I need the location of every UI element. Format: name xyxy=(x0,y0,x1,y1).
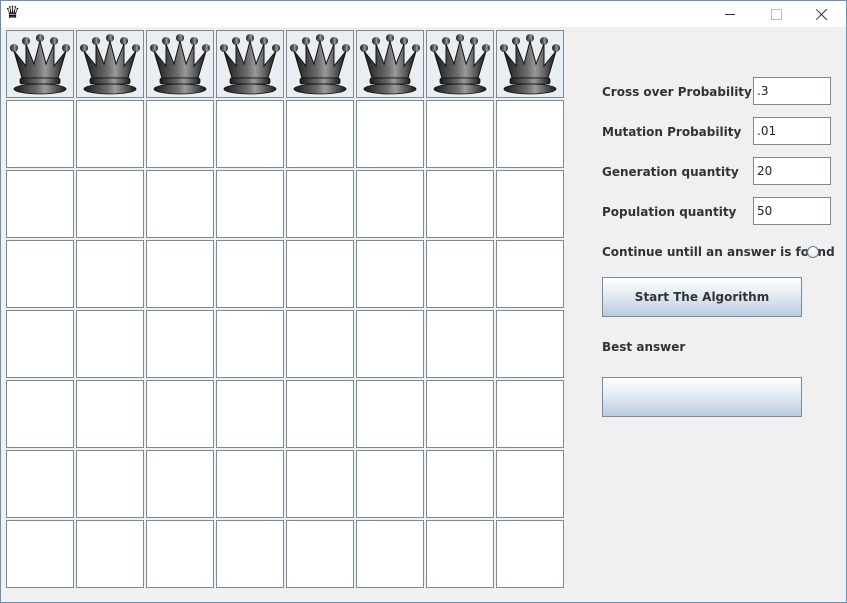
board-cell[interactable] xyxy=(76,520,144,588)
title-bar[interactable]: ♛ xyxy=(1,1,846,27)
board-cell[interactable] xyxy=(6,310,74,378)
board-cell[interactable] xyxy=(496,310,564,378)
board-cell[interactable] xyxy=(6,520,74,588)
continue-label: Continue untill an answer is found xyxy=(602,245,835,259)
board-cell[interactable] xyxy=(426,100,494,168)
board-cell[interactable] xyxy=(216,100,284,168)
mutation-input[interactable] xyxy=(753,117,831,145)
board-cell[interactable] xyxy=(496,30,564,98)
board-cell[interactable] xyxy=(146,520,214,588)
board-cell[interactable] xyxy=(6,170,74,238)
best-answer-output[interactable] xyxy=(602,377,802,417)
generation-input[interactable] xyxy=(753,157,831,185)
board-cell[interactable] xyxy=(286,170,354,238)
board-cell[interactable] xyxy=(426,170,494,238)
queen-icon xyxy=(80,34,140,95)
board-cell[interactable] xyxy=(6,30,74,98)
queen-icon xyxy=(150,34,210,95)
board-cell[interactable] xyxy=(76,310,144,378)
mutation-label: Mutation Probability xyxy=(602,125,742,139)
maximize-button[interactable] xyxy=(753,1,799,27)
board-cell[interactable] xyxy=(146,170,214,238)
board-cell[interactable] xyxy=(496,240,564,308)
board-cell[interactable] xyxy=(426,310,494,378)
board-cell[interactable] xyxy=(426,380,494,448)
board-cell[interactable] xyxy=(216,310,284,378)
close-icon xyxy=(816,8,828,20)
board-cell[interactable] xyxy=(426,240,494,308)
maximize-icon xyxy=(770,8,782,20)
board-cell[interactable] xyxy=(76,30,144,98)
board-cell[interactable] xyxy=(6,380,74,448)
board-cell[interactable] xyxy=(286,310,354,378)
board-cell[interactable] xyxy=(286,100,354,168)
queen-icon xyxy=(220,34,280,95)
population-label: Population quantity xyxy=(602,205,737,219)
close-button[interactable] xyxy=(799,1,845,27)
queen-icon xyxy=(360,34,420,95)
board-cell[interactable] xyxy=(216,240,284,308)
board-cell[interactable] xyxy=(6,100,74,168)
continue-radio[interactable] xyxy=(807,246,819,258)
queen-icon xyxy=(10,34,70,95)
board-cell[interactable] xyxy=(76,380,144,448)
generation-label: Generation quantity xyxy=(602,165,739,179)
board-cell[interactable] xyxy=(356,170,424,238)
board-cell[interactable] xyxy=(6,240,74,308)
start-algorithm-button[interactable]: Start The Algorithm xyxy=(602,277,802,317)
crossover-label: Cross over Probability xyxy=(602,85,752,99)
queen-icon xyxy=(430,34,490,95)
board-cell[interactable] xyxy=(216,170,284,238)
board-cell[interactable] xyxy=(286,380,354,448)
board-cell[interactable] xyxy=(496,170,564,238)
minimize-icon xyxy=(725,13,735,15)
board-cell[interactable] xyxy=(356,100,424,168)
board-cell[interactable] xyxy=(286,520,354,588)
queen-icon xyxy=(500,34,560,95)
board-cell[interactable] xyxy=(146,310,214,378)
board-cell[interactable] xyxy=(496,380,564,448)
board-cell[interactable] xyxy=(216,30,284,98)
board-cell[interactable] xyxy=(426,520,494,588)
board-cell[interactable] xyxy=(356,240,424,308)
board-cell[interactable] xyxy=(76,170,144,238)
board-cell[interactable] xyxy=(356,310,424,378)
best-answer-label: Best answer xyxy=(602,340,686,354)
queen-icon xyxy=(290,34,350,95)
board-cell[interactable] xyxy=(286,240,354,308)
board-cell[interactable] xyxy=(496,450,564,518)
board-cell[interactable] xyxy=(496,520,564,588)
crossover-input[interactable] xyxy=(753,77,831,105)
board-cell[interactable] xyxy=(146,100,214,168)
board-cell[interactable] xyxy=(76,240,144,308)
board-cell[interactable] xyxy=(356,30,424,98)
board-cell[interactable] xyxy=(146,240,214,308)
board-cell[interactable] xyxy=(216,450,284,518)
chess-board xyxy=(6,30,564,588)
board-cell[interactable] xyxy=(6,450,74,518)
board-cell[interactable] xyxy=(216,380,284,448)
board-cell[interactable] xyxy=(146,450,214,518)
board-cell[interactable] xyxy=(216,520,284,588)
board-cell[interactable] xyxy=(356,520,424,588)
board-cell[interactable] xyxy=(426,30,494,98)
board-cell[interactable] xyxy=(76,100,144,168)
app-window: ♛ Cross over Probability Mutation Probab… xyxy=(0,0,847,603)
board-cell[interactable] xyxy=(146,30,214,98)
minimize-button[interactable] xyxy=(707,1,753,27)
queen-app-icon: ♛ xyxy=(5,3,21,23)
population-input[interactable] xyxy=(753,197,831,225)
board-cell[interactable] xyxy=(356,380,424,448)
board-cell[interactable] xyxy=(426,450,494,518)
board-cell[interactable] xyxy=(356,450,424,518)
board-cell[interactable] xyxy=(286,450,354,518)
board-cell[interactable] xyxy=(496,100,564,168)
board-cell[interactable] xyxy=(146,380,214,448)
board-cell[interactable] xyxy=(76,450,144,518)
board-cell[interactable] xyxy=(286,30,354,98)
